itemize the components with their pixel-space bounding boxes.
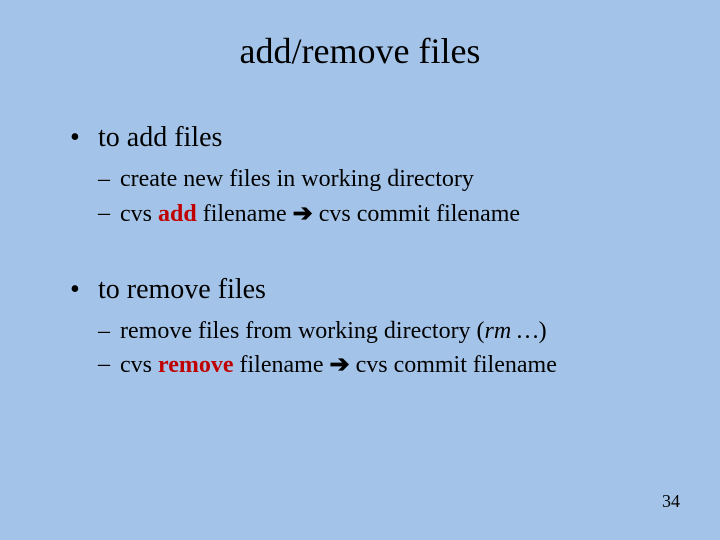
text-post: cvs commit filename [313,201,520,227]
text-pre: cvs [120,201,158,227]
bullet-remove-files: to remove files [70,272,680,308]
slide-body: to add files create new files in working… [70,120,680,424]
sub-create-files: create new files in working directory [98,164,680,195]
page-number: 34 [662,491,680,512]
cmd-remove: remove [158,352,234,378]
arrow-icon: ➔ [329,351,349,378]
cmd-add: add [158,201,197,227]
text-pre: remove files from working directory ( [120,318,485,344]
rm-text: rm … [485,318,539,344]
text-post: cvs commit filename [350,352,557,378]
text-pre: cvs [120,352,158,378]
sub-cvs-add: cvs add filename ➔ cvs commit filename [98,198,680,230]
text-post: ) [539,318,547,344]
sub-remove-files: remove files from working directory (rm … [98,316,680,347]
sub-remove-group: remove files from working directory (rm … [98,316,680,381]
sub-cvs-remove: cvs remove filename ➔ cvs commit filenam… [98,349,680,381]
slide-title: add/remove files [0,30,720,72]
bullet-add-files: to add files [70,120,680,156]
arrow-icon: ➔ [293,200,313,227]
sub-add-group: create new files in working directory cv… [98,164,680,229]
slide: add/remove files to add files create new… [0,0,720,540]
text-mid: filename [197,201,293,227]
text-mid: filename [234,352,330,378]
